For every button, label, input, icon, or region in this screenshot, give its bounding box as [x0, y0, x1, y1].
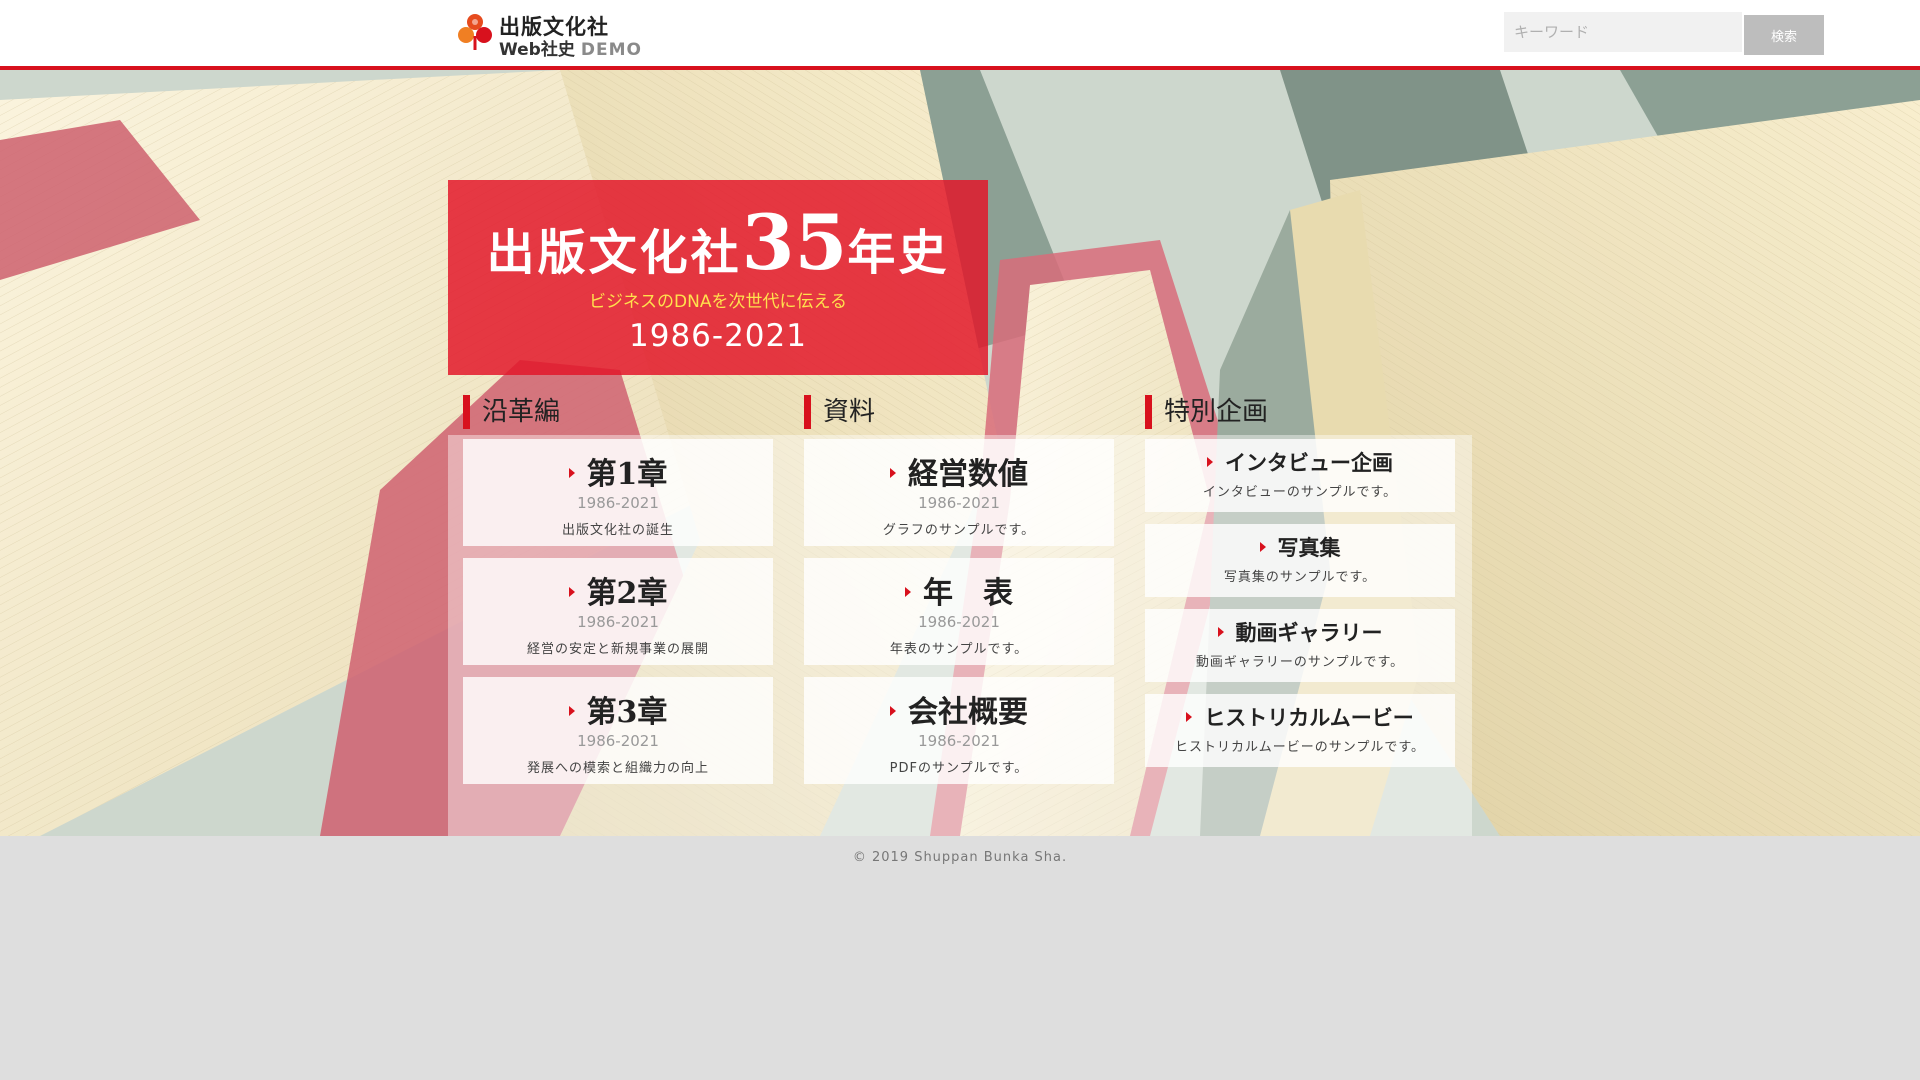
- section-heading-history: 沿革編: [463, 395, 560, 429]
- history-title: 出版文化社35年史: [448, 198, 988, 287]
- title-number: 35: [741, 198, 848, 287]
- card-title-text: 動画ギャラリー: [1235, 620, 1383, 645]
- search-button[interactable]: 検索: [1744, 15, 1824, 55]
- video-gallery-card[interactable]: 動画ギャラリー 動画ギャラリーのサンプルです。: [1145, 609, 1455, 682]
- arrow-right-icon: [1186, 711, 1193, 722]
- card-title-text: ヒストリカルムービー: [1204, 705, 1414, 730]
- site-header: 出版文化社 Web社史DEMO 検索: [0, 0, 1920, 66]
- card-description: 出版文化社の誕生: [561, 523, 674, 538]
- chapter-1-card[interactable]: 第1章 1986-2021 出版文化社の誕生: [463, 439, 773, 546]
- historical-movie-card[interactable]: ヒストリカルムービー ヒストリカルムービーのサンプルです。: [1145, 694, 1455, 767]
- card-title: 第2章: [463, 568, 773, 612]
- title-suffix: 年史: [847, 225, 950, 281]
- card-years: 1986-2021: [918, 494, 1000, 512]
- section-heading-materials: 資料: [804, 395, 875, 429]
- logo-web-history: Web社史: [499, 40, 575, 60]
- card-description: 写真集のサンプルです。: [1223, 570, 1377, 585]
- logo-demo-label: DEMO: [580, 40, 642, 60]
- arrow-right-icon: [890, 706, 896, 716]
- footer-copyright: © 2019 Shuppan Bunka Sha.: [852, 850, 1068, 865]
- card-title: 動画ギャラリー: [1145, 617, 1455, 647]
- photo-collection-card[interactable]: 写真集 写真集のサンプルです。: [1145, 524, 1455, 597]
- card-description: 発展への模索と組織力の向上: [526, 761, 709, 776]
- card-title-text: 第2章: [586, 576, 668, 611]
- section-heading-special: 特別企画: [1145, 395, 1268, 429]
- logo-mark-icon: [458, 14, 492, 50]
- card-title: インタビュー企画: [1145, 447, 1455, 477]
- card-title: 写真集: [1145, 532, 1455, 562]
- card-description: 経営の安定と新規事業の展開: [526, 642, 709, 657]
- chronology-card[interactable]: 年 表 1986-2021 年表のサンプルです。: [804, 558, 1114, 665]
- chapter-2-card[interactable]: 第2章 1986-2021 経営の安定と新規事業の展開: [463, 558, 773, 665]
- site-logo[interactable]: 出版文化社 Web社史 DEMO: [457, 10, 657, 60]
- history-title-box: 出版文化社35年史 ビジネスのDNAを次世代に伝える 1986-2021: [448, 180, 988, 375]
- card-title-text: 写真集: [1277, 535, 1341, 560]
- company-profile-card[interactable]: 会社概要 1986-2021 PDFのサンプルです。: [804, 677, 1114, 784]
- card-years: 1986-2021: [918, 613, 1000, 631]
- history-subtitle: ビジネスのDNAを次世代に伝える: [589, 292, 847, 312]
- arrow-right-icon: [905, 587, 911, 597]
- card-title-text: 第3章: [586, 695, 668, 730]
- interview-card[interactable]: インタビュー企画 インタビューのサンプルです。: [1145, 439, 1455, 512]
- card-description: インタビューのサンプルです。: [1202, 485, 1398, 500]
- search-input[interactable]: [1504, 12, 1742, 52]
- card-title-text: 年 表: [923, 576, 1013, 611]
- arrow-right-icon: [1217, 626, 1224, 637]
- card-description: PDFのサンプルです。: [889, 761, 1029, 776]
- card-title-text: 経営数値: [908, 457, 1028, 492]
- card-description: 動画ギャラリーのサンプルです。: [1195, 655, 1405, 670]
- card-title: 年 表: [804, 568, 1114, 612]
- hero-section: 出版文化社35年史 ビジネスのDNAを次世代に伝える 1986-2021 沿革編…: [0, 70, 1920, 836]
- card-title-text: 第1章: [586, 457, 668, 492]
- card-title: 第1章: [463, 449, 773, 493]
- card-description: ヒストリカルムービーのサンプルです。: [1174, 740, 1426, 755]
- card-title: 会社概要: [804, 687, 1114, 731]
- logo-subtitle: Web社史 DEMO: [499, 35, 642, 60]
- card-title: 第3章: [463, 687, 773, 731]
- card-years: 1986-2021: [577, 494, 659, 512]
- card-title-text: インタビュー企画: [1225, 450, 1393, 475]
- history-years: 1986-2021: [629, 318, 807, 354]
- chapter-3-card[interactable]: 第3章 1986-2021 発展への模索と組織力の向上: [463, 677, 773, 784]
- card-title: ヒストリカルムービー: [1145, 702, 1455, 732]
- arrow-right-icon: [1207, 456, 1213, 467]
- arrow-right-icon: [568, 468, 575, 478]
- card-years: 1986-2021: [918, 732, 1000, 750]
- title-company: 出版文化社: [486, 225, 742, 281]
- card-title: 経営数値: [804, 449, 1114, 493]
- card-years: 1986-2021: [577, 732, 659, 750]
- card-description: 年表のサンプルです。: [889, 642, 1029, 657]
- card-years: 1986-2021: [577, 613, 659, 631]
- arrow-right-icon: [568, 706, 575, 716]
- business-figures-card[interactable]: 経営数値 1986-2021 グラフのサンプルです。: [804, 439, 1114, 546]
- arrow-right-icon: [568, 587, 575, 597]
- arrow-right-icon: [890, 468, 896, 478]
- arrow-right-icon: [1259, 541, 1266, 552]
- card-description: グラフのサンプルです。: [882, 523, 1036, 538]
- card-title-text: 会社概要: [908, 695, 1028, 730]
